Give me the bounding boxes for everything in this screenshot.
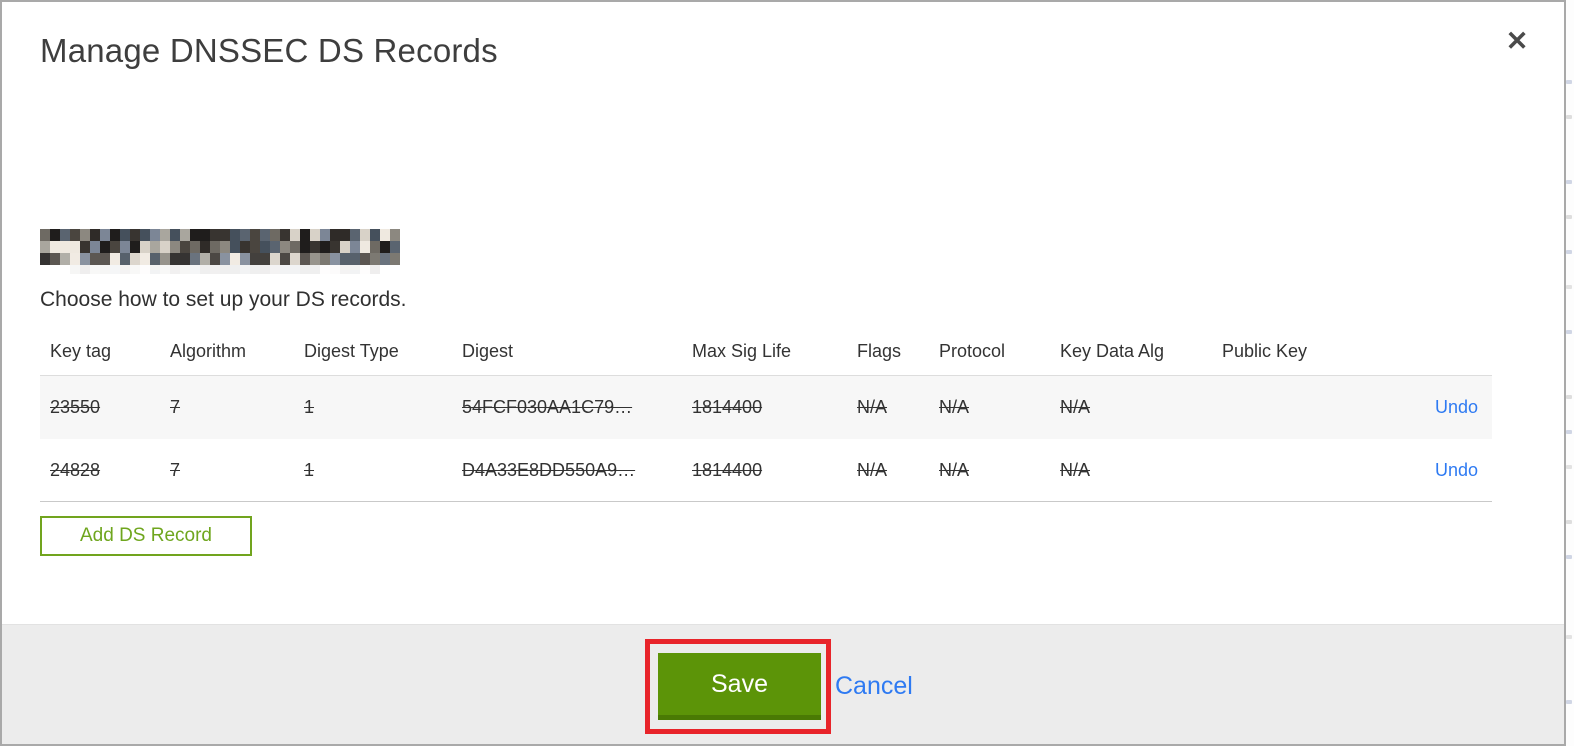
screen: Manage DNSSEC DS Records ✕ Choose how to… [0,0,1574,746]
background-text-fragment [1566,115,1572,119]
column-header: Digest Type [304,341,399,361]
cell-value: N/A [1060,459,1091,480]
setup-instruction-text: Choose how to set up your DS records. [40,288,407,311]
cell-digest: D4A33E8DD550A9… [452,460,682,481]
cell-value: N/A [1060,397,1091,417]
add-ds-record-button[interactable]: Add DS Record [40,516,252,556]
cell-value: 24828 [50,459,101,480]
cell-key-data-alg: N/A [1050,460,1212,481]
cell-key-tag: 24828 [40,460,160,481]
cell-digest-type: 1 [294,397,452,418]
undo-link[interactable]: Undo [1435,397,1478,417]
table-header-row: Key tag Algorithm Digest Type Digest Max Sig… [40,328,1492,376]
background-text-fragment [1566,180,1572,184]
background-text-fragment [1566,395,1572,399]
close-icon[interactable]: ✕ [1500,24,1534,58]
background-page-strip [1565,0,1574,746]
column-header: Algorithm [170,341,247,361]
background-text-fragment [1566,465,1572,469]
cell-digest: 54FCF030AA1C79… [452,397,682,418]
cell-value: 1 [304,397,315,417]
background-text-fragment [1566,330,1572,334]
cell-value: 1814400 [692,397,763,417]
cell-value: 1 [304,459,315,480]
cell-key-data-alg: N/A [1050,397,1212,418]
redacted-domain-name [40,229,400,275]
cell-key-tag: 23550 [40,397,160,418]
background-text-fragment [1566,285,1572,289]
undo-link[interactable]: Undo [1435,460,1478,480]
column-header: Digest [462,341,514,361]
cell-flags: N/A [847,397,929,418]
ds-records-table: Key tag Algorithm Digest Type Digest Max Sig… [40,328,1492,502]
background-text-fragment [1566,80,1572,84]
cell-value: D4A33E8DD550A9… [462,459,636,480]
column-header: Key Data Alg [1060,341,1165,361]
cell-value: 23550 [50,397,101,417]
background-text-fragment [1566,250,1572,254]
table-row: 24828 7 1 D4A33E8DD550A9… 1814400 N/A N/A N/A Un… [40,439,1492,502]
cell-value: 7 [170,397,181,417]
column-header: Key tag [50,341,112,361]
cell-value: N/A [939,459,970,480]
table-row: 23550 7 1 54FCF030AA1C79… 1814400 N/A N/A N/A Un… [40,376,1492,439]
cell-digest-type: 1 [294,460,452,481]
cell-flags: N/A [847,460,929,481]
column-header: Flags [857,341,902,361]
cancel-link[interactable]: Cancel [835,668,913,704]
column-header: Max Sig Life [692,341,792,361]
cell-value: N/A [939,397,970,417]
cell-max-sig-life: 1814400 [682,460,847,481]
cell-algorithm: 7 [160,460,294,481]
cell-protocol: N/A [929,397,1050,418]
cell-protocol: N/A [929,460,1050,481]
background-text-fragment [1566,215,1572,219]
column-header: Public Key [1222,341,1308,361]
column-header: Protocol [939,341,1006,361]
background-text-fragment [1566,555,1572,559]
save-button[interactable]: Save [658,653,821,720]
cell-value: 1814400 [692,459,763,480]
cell-value: 7 [170,459,181,480]
modal-title: Manage DNSSEC DS Records [40,32,498,69]
cell-algorithm: 7 [160,397,294,418]
manage-dnssec-modal: Manage DNSSEC DS Records ✕ Choose how to… [0,0,1566,746]
cell-value: 54FCF030AA1C79… [462,397,633,417]
cell-value: N/A [857,459,888,480]
background-text-fragment [1566,700,1572,704]
cell-max-sig-life: 1814400 [682,397,847,418]
cell-value: N/A [857,397,888,417]
background-text-fragment [1566,635,1572,639]
background-text-fragment [1566,520,1572,524]
background-text-fragment [1566,430,1572,434]
